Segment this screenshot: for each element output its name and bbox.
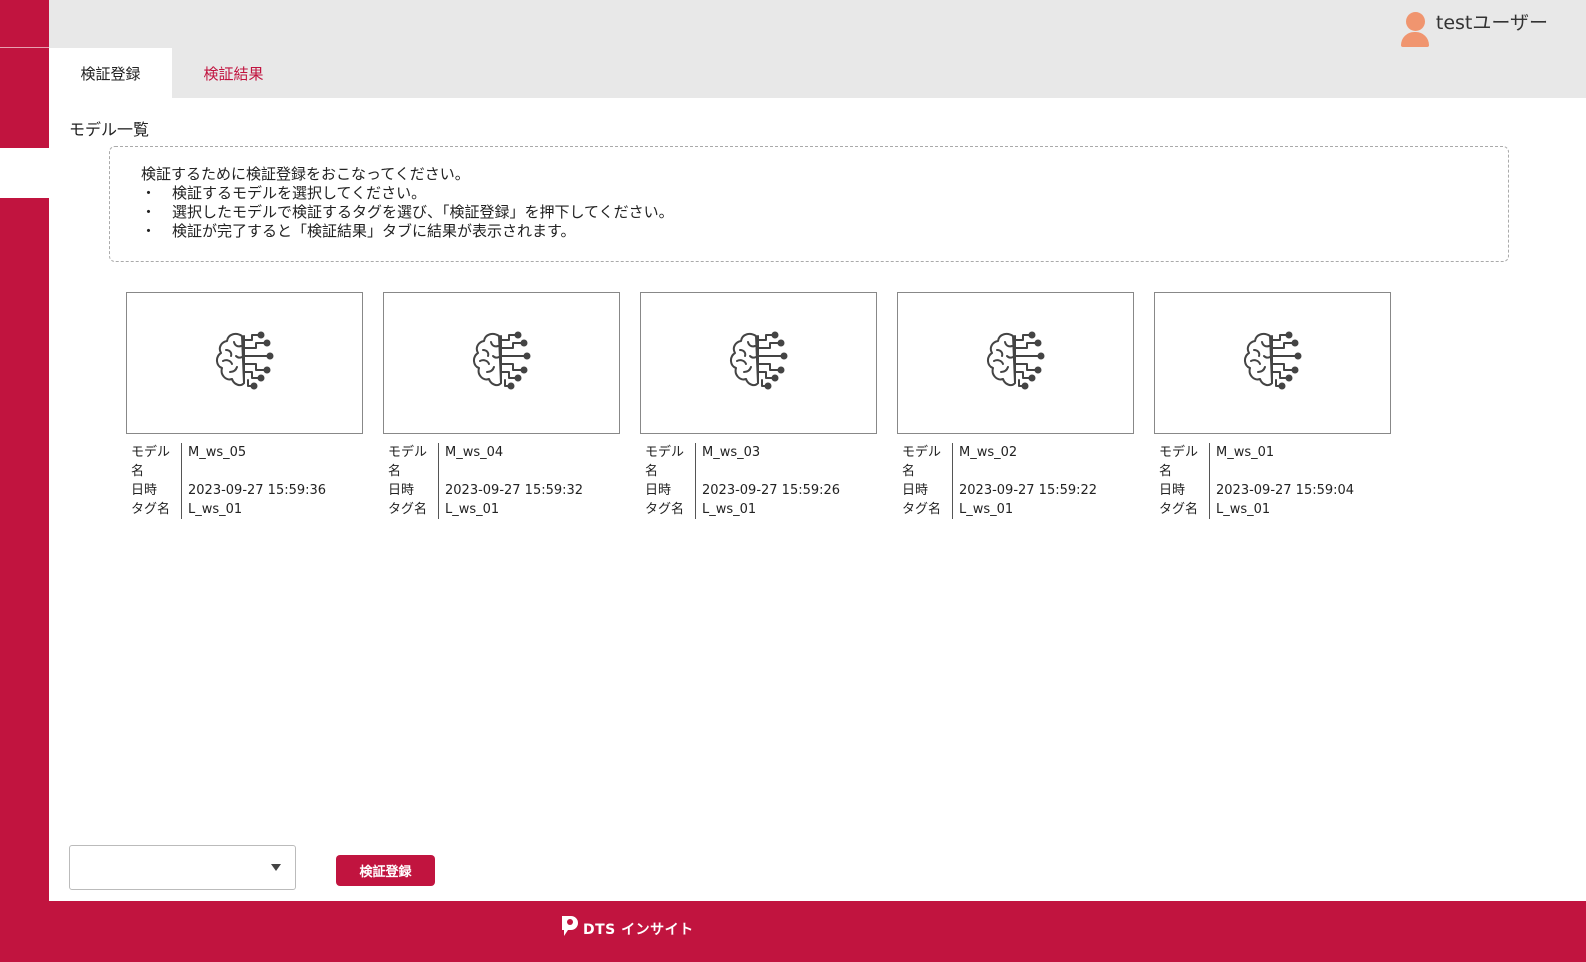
page-title: モデル一覧 <box>69 120 150 139</box>
user-avatar-icon <box>1400 12 1430 50</box>
user-menu[interactable]: testユーザー <box>1400 6 1548 50</box>
model-meta: モデル名 M_ws_04 日時 2023-09-27 15:59:32 タグ名 … <box>383 443 620 519</box>
instructions-item-text: 選択したモデルで検証するタグを選び、「検証登録」を押下してください。 <box>172 203 674 221</box>
instructions-item: ・ 検証するモデルを選択してください。 <box>141 184 1508 203</box>
logo-text: DTS インサイト <box>583 922 694 938</box>
logo-mark-icon <box>562 916 578 936</box>
datetime-label: 日時 <box>1154 481 1210 500</box>
company-logo: DTS インサイト <box>559 913 694 939</box>
brain-circuit-icon <box>983 330 1049 396</box>
instructions-intro: 検証するために検証登録をおこなってください。 <box>141 165 470 183</box>
model-meta: モデル名 M_ws_01 日時 2023-09-27 15:59:04 タグ名 … <box>1154 443 1391 519</box>
model-name-value: M_ws_01 <box>1216 445 1275 460</box>
instructions-item-text: 検証するモデルを選択してください。 <box>172 184 427 202</box>
register-button[interactable]: 検証登録 <box>336 855 435 886</box>
datetime-value: 2023-09-27 15:59:32 <box>445 483 584 498</box>
model-name-label: モデル名 <box>640 443 696 481</box>
instructions-box: 検証するために検証登録をおこなってください。 ・ 検証するモデルを選択してくださ… <box>109 146 1509 262</box>
datetime-label: 日時 <box>126 481 182 500</box>
model-thumbnail[interactable] <box>897 292 1134 434</box>
model-thumbnail[interactable] <box>640 292 877 434</box>
tab-results[interactable]: 検証結果 <box>172 48 295 98</box>
tag-name-value: L_ws_01 <box>188 502 243 517</box>
tag-name-value: L_ws_01 <box>959 502 1014 517</box>
datetime-value: 2023-09-27 15:59:04 <box>1216 483 1355 498</box>
tag-name-label: タグ名 <box>640 500 696 519</box>
tag-name-value: L_ws_01 <box>445 502 500 517</box>
tag-name-label: タグ名 <box>897 500 953 519</box>
model-meta: モデル名 M_ws_03 日時 2023-09-27 15:59:26 タグ名 … <box>640 443 877 519</box>
brain-circuit-icon <box>469 330 535 396</box>
model-card[interactable]: モデル名 M_ws_02 日時 2023-09-27 15:59:22 タグ名 … <box>897 292 1134 519</box>
model-card[interactable]: モデル名 M_ws_03 日時 2023-09-27 15:59:26 タグ名 … <box>640 292 877 519</box>
datetime-label: 日時 <box>897 481 953 500</box>
footer: DTS インサイト <box>49 901 1586 962</box>
user-name: testユーザー <box>1435 12 1548 34</box>
tag-name-label: タグ名 <box>383 500 439 519</box>
bullet: ・ <box>141 203 157 221</box>
bullet: ・ <box>141 184 157 202</box>
datetime-value: 2023-09-27 15:59:36 <box>188 483 327 498</box>
tag-name-value: L_ws_01 <box>702 502 757 517</box>
model-thumbnail[interactable] <box>383 292 620 434</box>
model-name-value: M_ws_04 <box>445 445 504 460</box>
datetime-value: 2023-09-27 15:59:22 <box>959 483 1098 498</box>
datetime-label: 日時 <box>640 481 696 500</box>
brain-circuit-icon <box>212 330 278 396</box>
model-name-value: M_ws_03 <box>702 445 761 460</box>
instructions-item: ・ 選択したモデルで検証するタグを選び、「検証登録」を押下してください。 <box>141 203 1508 222</box>
chevron-down-icon <box>271 864 281 871</box>
rail-divider <box>0 47 49 48</box>
model-name-label: モデル名 <box>1154 443 1210 481</box>
model-name-label: モデル名 <box>383 443 439 481</box>
tab-register[interactable]: 検証登録 <box>49 48 172 98</box>
model-meta: モデル名 M_ws_02 日時 2023-09-27 15:59:22 タグ名 … <box>897 443 1134 519</box>
tag-select[interactable] <box>69 845 296 890</box>
tag-name-value: L_ws_01 <box>1216 502 1271 517</box>
model-card[interactable]: モデル名 M_ws_01 日時 2023-09-27 15:59:04 タグ名 … <box>1154 292 1391 519</box>
datetime-label: 日時 <box>383 481 439 500</box>
model-thumbnail[interactable] <box>126 292 363 434</box>
model-name-value: M_ws_05 <box>188 445 247 460</box>
rail-active-slot <box>0 148 49 198</box>
model-name-label: モデル名 <box>897 443 953 481</box>
tag-name-label: タグ名 <box>126 500 182 519</box>
model-meta: モデル名 M_ws_05 日時 2023-09-27 15:59:36 タグ名 … <box>126 443 363 519</box>
model-thumbnail[interactable] <box>1154 292 1391 434</box>
model-name-value: M_ws_02 <box>959 445 1018 460</box>
model-name-label: モデル名 <box>126 443 182 481</box>
instructions-item-text: 検証が完了すると「検証結果」タブに結果が表示されます。 <box>172 222 576 240</box>
brain-circuit-icon <box>726 330 792 396</box>
model-card[interactable]: モデル名 M_ws_04 日時 2023-09-27 15:59:32 タグ名 … <box>383 292 620 519</box>
left-rail <box>0 0 49 962</box>
model-card-list: モデル名 M_ws_05 日時 2023-09-27 15:59:36 タグ名 … <box>126 292 1391 519</box>
model-card[interactable]: モデル名 M_ws_05 日時 2023-09-27 15:59:36 タグ名 … <box>126 292 363 519</box>
bullet: ・ <box>141 222 157 240</box>
datetime-value: 2023-09-27 15:59:26 <box>702 483 841 498</box>
instructions-item: ・ 検証が完了すると「検証結果」タブに結果が表示されます。 <box>141 222 1508 241</box>
tag-name-label: タグ名 <box>1154 500 1210 519</box>
tab-bar: 検証登録 検証結果 <box>49 48 295 98</box>
brain-circuit-icon <box>1240 330 1306 396</box>
